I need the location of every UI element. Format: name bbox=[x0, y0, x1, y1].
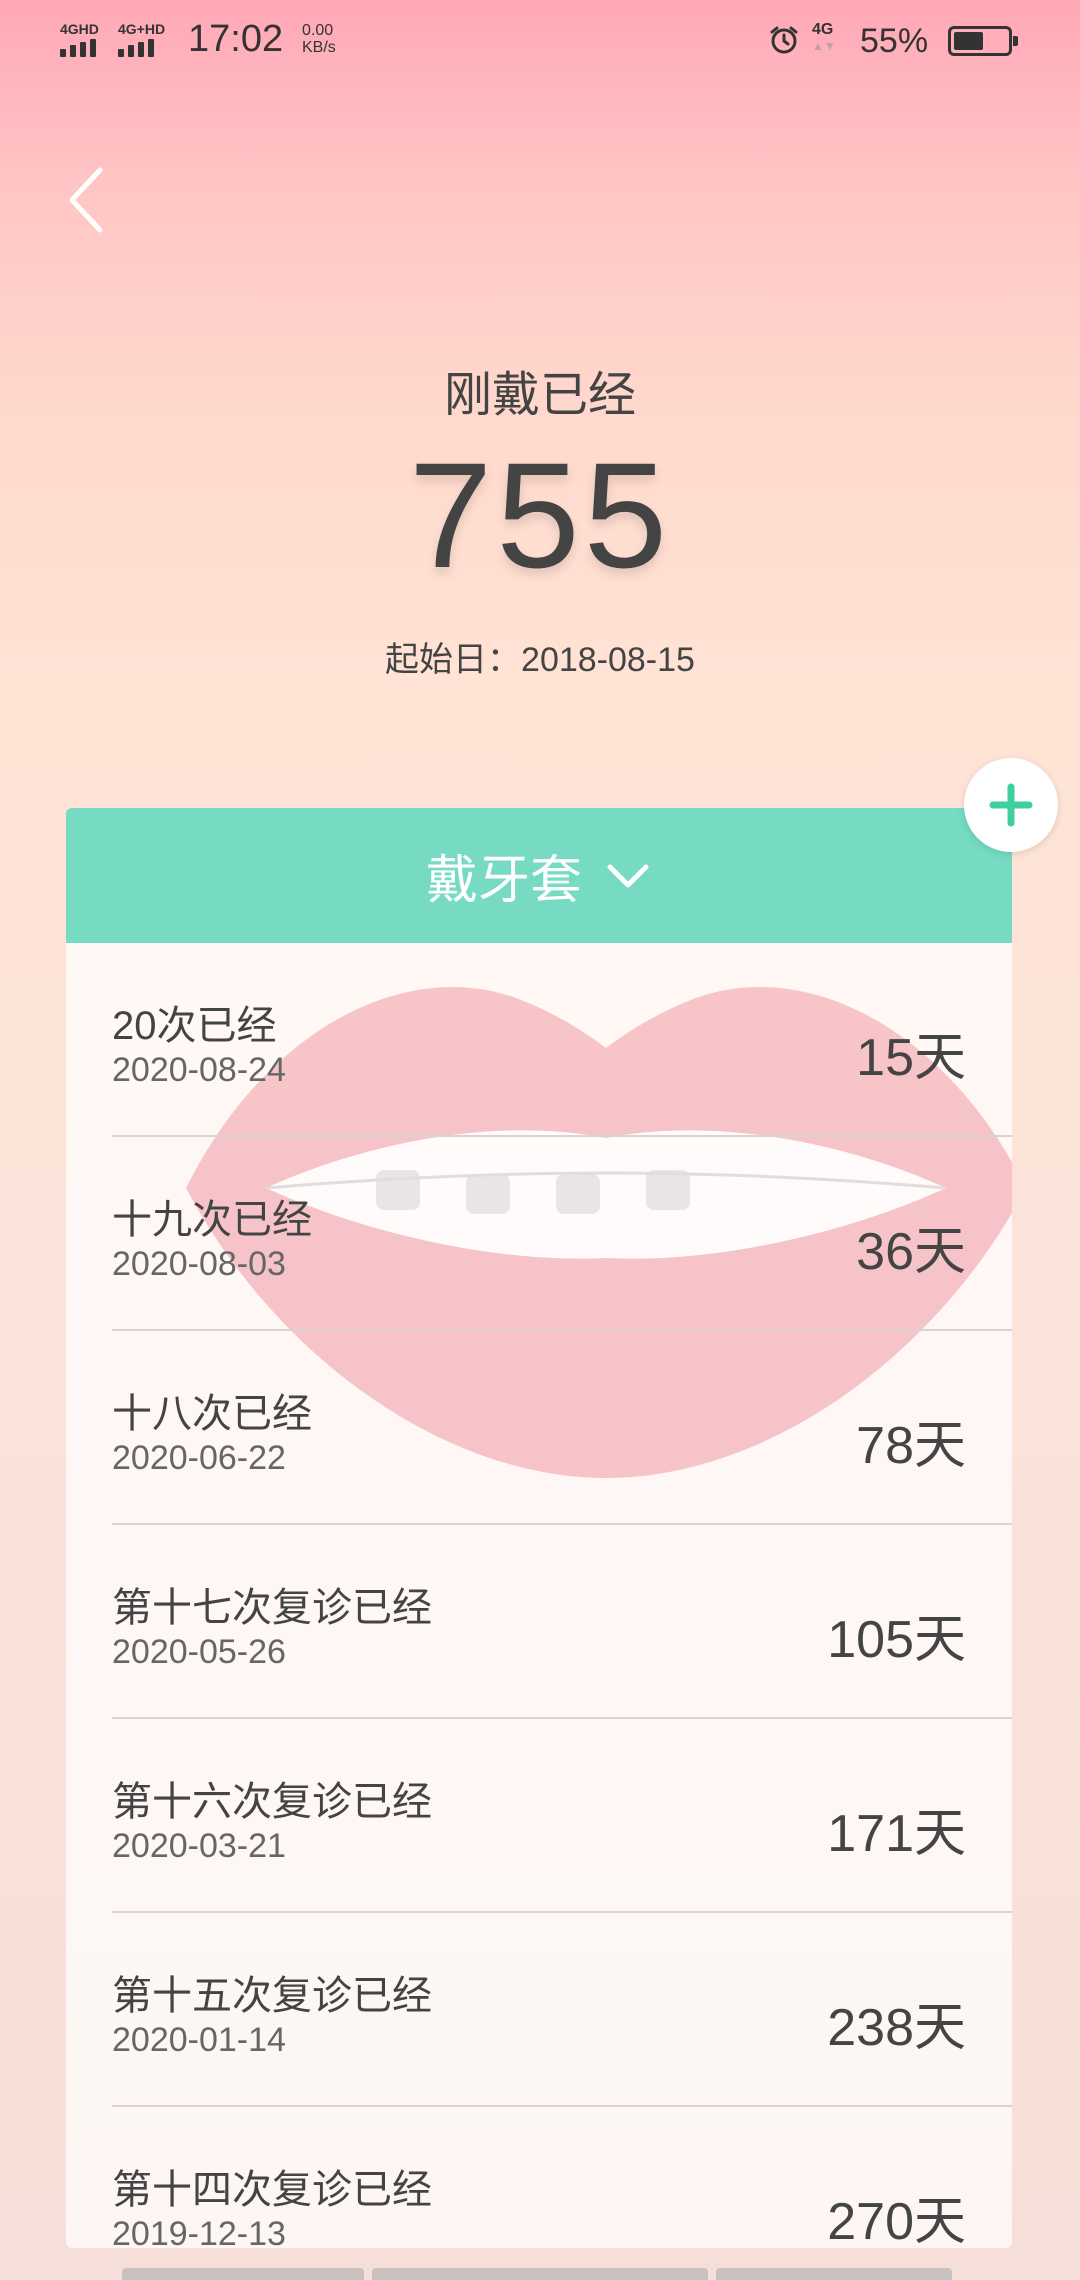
record-days: 238天 bbox=[827, 1999, 966, 2057]
record-title: 十八次已经 bbox=[112, 1392, 312, 1436]
list-item[interactable]: 第十五次复诊已经 2020-01-14 238天 bbox=[112, 1913, 1012, 2107]
bottom-tab-indicator bbox=[372, 2268, 708, 2280]
battery-icon bbox=[948, 26, 1018, 56]
signal-label: 4G+HD bbox=[118, 21, 166, 37]
records-card: 戴牙套 20次已经 2020-08-24 15天 十九次已经 2020-08-0… bbox=[66, 808, 1012, 2248]
record-date: 2020-01-14 bbox=[112, 2021, 286, 2059]
chevron-down-icon bbox=[607, 864, 649, 887]
network-type: 4G ▲▼ bbox=[812, 21, 836, 54]
list-item[interactable]: 十八次已经 2020-06-22 78天 bbox=[112, 1331, 1012, 1525]
record-title: 20次已经 bbox=[112, 1004, 277, 1048]
signal-label: 4GHD bbox=[60, 21, 99, 37]
back-icon[interactable] bbox=[60, 160, 120, 240]
record-title: 十九次已经 bbox=[112, 1198, 312, 1242]
battery-percent: 55% bbox=[860, 22, 929, 60]
record-days: 270天 bbox=[827, 2193, 966, 2248]
record-title: 第十六次复诊已经 bbox=[112, 1780, 432, 1824]
signal-icon: 4GHD bbox=[60, 22, 99, 57]
record-days: 15天 bbox=[856, 1029, 966, 1087]
network-speed: 0.00 KB/s bbox=[302, 22, 336, 56]
signal-icon: 4G+HD bbox=[118, 22, 165, 57]
hero-days-count: 755 bbox=[408, 431, 672, 599]
hero-label: 刚戴已经 bbox=[443, 369, 636, 422]
list-item[interactable]: 第十七次复诊已经 2020-05-26 105天 bbox=[112, 1525, 1012, 1719]
record-title: 第十七次复诊已经 bbox=[112, 1586, 432, 1630]
speed-value: 0.00 bbox=[302, 22, 334, 39]
record-date: 2020-08-03 bbox=[112, 1245, 286, 1283]
record-date: 2020-05-26 bbox=[112, 1633, 286, 1671]
network-label: 4G bbox=[812, 21, 834, 38]
category-dropdown[interactable]: 戴牙套 bbox=[66, 808, 1012, 943]
category-label: 戴牙套 bbox=[425, 852, 582, 910]
record-date: 2020-08-24 bbox=[112, 1051, 286, 1089]
list-item[interactable]: 十九次已经 2020-08-03 36天 bbox=[112, 1137, 1012, 1331]
clock: 17:02 bbox=[188, 18, 284, 60]
record-list: 20次已经 2020-08-24 15天 十九次已经 2020-08-03 36… bbox=[66, 943, 1012, 2248]
battery-fill bbox=[954, 32, 983, 50]
add-button[interactable] bbox=[964, 758, 1058, 852]
alarm-icon bbox=[770, 26, 798, 54]
record-days: 78天 bbox=[856, 1417, 966, 1475]
record-days: 171天 bbox=[827, 1805, 966, 1863]
record-title: 第十五次复诊已经 bbox=[112, 1974, 432, 2018]
record-date: 2020-03-21 bbox=[112, 1827, 286, 1865]
bottom-tab-indicator bbox=[716, 2268, 952, 2280]
speed-unit: KB/s bbox=[302, 39, 336, 56]
record-days: 36天 bbox=[856, 1223, 966, 1281]
status-bar: 4GHD 4G+HD 17:02 0.00 KB/s 4G ▲▼ 55% bbox=[0, 0, 1080, 80]
start-date: 起始日：2018-08-15 bbox=[385, 641, 695, 679]
list-item[interactable]: 第十四次复诊已经 2019-12-13 270天 bbox=[112, 2107, 1012, 2248]
plus-icon bbox=[989, 783, 1033, 827]
record-days: 105天 bbox=[827, 1611, 966, 1669]
list-item[interactable]: 20次已经 2020-08-24 15天 bbox=[112, 943, 1012, 1137]
record-title: 第十四次复诊已经 bbox=[112, 2168, 432, 2212]
record-date: 2020-06-22 bbox=[112, 1439, 286, 1477]
bottom-tab-indicator bbox=[122, 2268, 364, 2280]
record-date: 2019-12-13 bbox=[112, 2215, 286, 2248]
list-item[interactable]: 第十六次复诊已经 2020-03-21 171天 bbox=[112, 1719, 1012, 1913]
